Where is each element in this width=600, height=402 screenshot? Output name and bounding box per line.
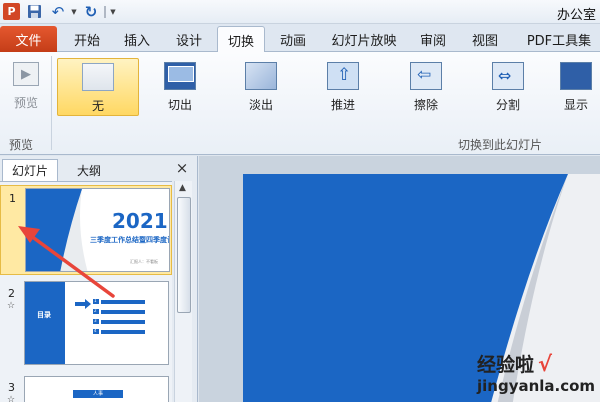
checkmark-icon: √ bbox=[538, 351, 553, 376]
watermark: 经验啦 √ jingyanla.com bbox=[477, 350, 596, 396]
watermark-url: jingyanla.com bbox=[477, 377, 596, 395]
watermark-text: 经验啦 bbox=[477, 354, 535, 376]
annotation-arrow bbox=[18, 226, 115, 298]
